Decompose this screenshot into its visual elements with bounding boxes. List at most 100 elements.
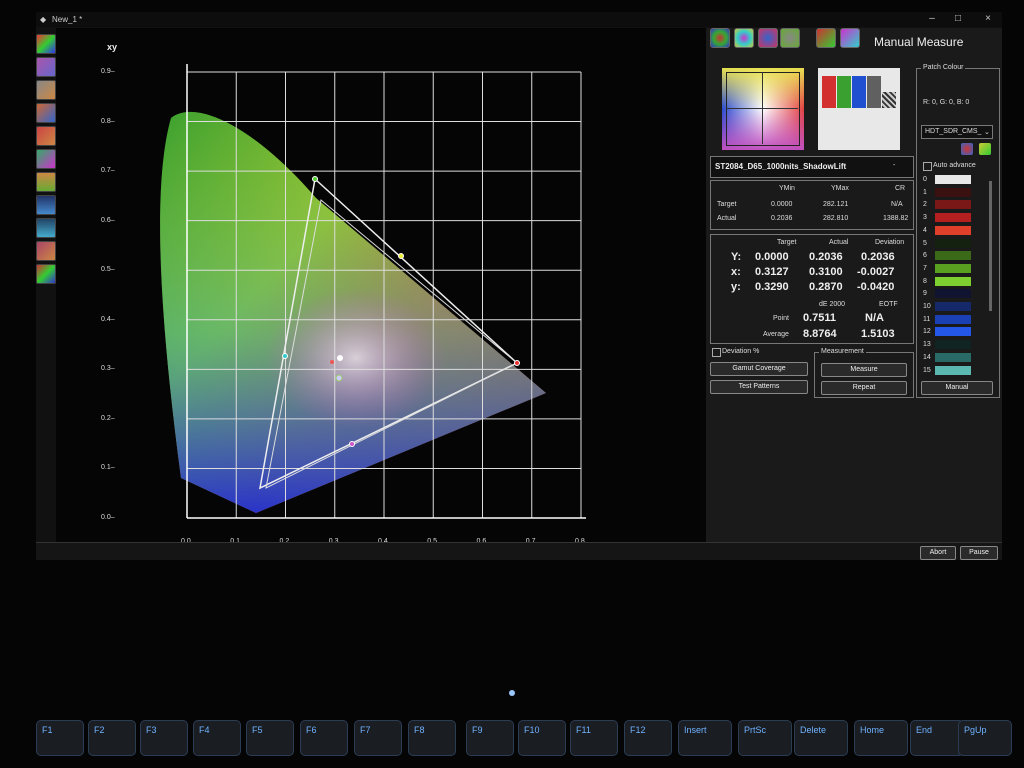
palette-icon[interactable] xyxy=(36,264,56,284)
patch-swatch-color xyxy=(935,352,971,362)
patch-swatch-row[interactable]: 3 xyxy=(923,213,983,223)
patch-import-icon[interactable] xyxy=(979,143,991,155)
patch-swatch-color xyxy=(935,187,971,197)
measure-toolbar-icon-3[interactable] xyxy=(758,28,778,48)
de-label: dE 2000 xyxy=(819,301,846,308)
range-header-ymin: YMin xyxy=(779,185,795,192)
key-label: F12 xyxy=(630,725,646,735)
left-toolbar xyxy=(36,32,56,287)
meas-x-deviation: -0.0027 xyxy=(857,266,895,278)
patch-swatch-color xyxy=(935,340,971,350)
maximize-button[interactable]: □ xyxy=(948,13,968,24)
key-home[interactable]: Home xyxy=(854,720,908,756)
meas-y-actual: 0.2036 xyxy=(809,251,843,263)
patch-swatch-row[interactable]: 11 xyxy=(923,314,983,325)
grayscale-icon[interactable] xyxy=(36,172,56,192)
meas-y-deviation: 0.2036 xyxy=(861,251,895,263)
measure-toolbar-icon-6[interactable] xyxy=(840,28,860,48)
patch-swatch-row[interactable]: 4 xyxy=(923,225,983,236)
patch-swatch-row[interactable]: 13 xyxy=(923,340,983,350)
patch-swatch-row[interactable]: 14 xyxy=(923,352,983,363)
key-label: F5 xyxy=(252,725,263,735)
patch-swatch-row[interactable]: 1 xyxy=(923,187,983,198)
key-f2[interactable]: F2 xyxy=(88,720,136,756)
measure-button[interactable]: Measure xyxy=(821,363,907,377)
minimize-button[interactable]: – xyxy=(922,13,942,24)
key-label: Insert xyxy=(684,725,707,735)
manual-button[interactable]: Manual xyxy=(921,381,993,395)
key-pgup[interactable]: PgUp xyxy=(958,720,1012,756)
patch-swatch-row[interactable]: 2 xyxy=(923,200,983,210)
range-table: YMin YMax CR Target 0.0000 282.121 N/A A… xyxy=(710,180,914,230)
key-f1[interactable]: F1 xyxy=(36,720,84,756)
key-label: F6 xyxy=(306,725,317,735)
window-title: New_1 * xyxy=(52,15,83,24)
patch-swatch-row[interactable]: 9 xyxy=(923,289,983,299)
auto-advance-checkbox[interactable] xyxy=(923,162,932,171)
patch-swatch-row[interactable]: 0 xyxy=(923,175,983,185)
key-insert[interactable]: Insert xyxy=(678,720,732,756)
key-f9[interactable]: F9 xyxy=(466,720,514,756)
patch-swatch-row[interactable]: 7 xyxy=(923,263,983,274)
patch-colour-group: Patch Colour R: 0, G: 0, B: 0 HDT_SDR_CM… xyxy=(916,64,1000,398)
patch-swatch-row[interactable]: 12 xyxy=(923,327,983,337)
report-icon[interactable] xyxy=(36,241,56,261)
measure-toolbar-icon-5[interactable] xyxy=(816,28,836,48)
patch-set-dropdown[interactable]: HDT_SDR_CMS_ ⌄ xyxy=(921,125,993,139)
repeat-button[interactable]: Repeat xyxy=(821,381,907,395)
key-label: F7 xyxy=(360,725,371,735)
preset-selector[interactable]: ST2084_D65_1000nits_ShadowLift - xyxy=(710,156,914,178)
gamut-icon[interactable] xyxy=(36,57,56,77)
abort-button[interactable]: Abort xyxy=(920,546,956,560)
range-actual-cr: 1388.82 xyxy=(883,215,909,222)
key-f8[interactable]: F8 xyxy=(408,720,456,756)
patch-swatch-number: 14 xyxy=(923,353,931,361)
patch-swatch-color xyxy=(935,289,971,299)
measure-toolbar-icon-1[interactable] xyxy=(710,28,730,48)
y-tick-label: 0.6– xyxy=(101,216,115,224)
measure-toolbar-icon-2[interactable] xyxy=(734,28,754,48)
key-f7[interactable]: F7 xyxy=(354,720,402,756)
patch-editor-icon[interactable] xyxy=(961,143,973,155)
patch-swatch-row[interactable]: 8 xyxy=(923,276,983,287)
key-f10[interactable]: F10 xyxy=(518,720,566,756)
patch-swatch-number: 4 xyxy=(923,226,927,234)
key-f3[interactable]: F3 xyxy=(140,720,188,756)
key-f11[interactable]: F11 xyxy=(570,720,618,756)
key-end[interactable]: End xyxy=(910,720,964,756)
spectrum-icon[interactable] xyxy=(36,218,56,238)
deviation-checkbox[interactable] xyxy=(712,348,721,357)
average-eotf: 1.5103 xyxy=(861,328,895,340)
pause-button[interactable]: Pause xyxy=(960,546,998,560)
close-button[interactable]: × xyxy=(978,13,998,24)
patch-swatch-number: 11 xyxy=(923,315,931,323)
key-prtsc[interactable]: PrtSc xyxy=(738,720,792,756)
patch-list-scrollbar[interactable] xyxy=(989,181,992,311)
range-target-ymin: 0.0000 xyxy=(771,201,793,208)
measure-toolbar-icon-4[interactable] xyxy=(780,28,800,48)
gamut-coverage-button[interactable]: Gamut Coverage xyxy=(710,362,808,376)
gamma-icon[interactable] xyxy=(36,103,56,123)
histogram-icon[interactable] xyxy=(36,195,56,215)
chevron-down-icon: ⌄ xyxy=(984,129,990,136)
average-label: Average xyxy=(763,331,789,338)
range-target-cr: N/A xyxy=(891,201,903,208)
patch-swatch-row[interactable]: 10 xyxy=(923,302,983,312)
patch-swatch-row[interactable]: 5 xyxy=(923,238,983,249)
cie-chart-icon[interactable] xyxy=(36,34,56,54)
key-delete[interactable]: Delete xyxy=(794,720,848,756)
luminance-icon[interactable] xyxy=(36,80,56,100)
key-f4[interactable]: F4 xyxy=(193,720,241,756)
range-target-ymax: 282.121 xyxy=(823,201,849,208)
key-label: Delete xyxy=(800,725,827,735)
test-patterns-button[interactable]: Test Patterns xyxy=(710,380,808,394)
laptop-keyboard: F1 F2 F3 F4 F5 F6 F7 F8 F9 F10 F11 F12 Insert PrtSc De… xyxy=(0,712,1024,768)
key-f5[interactable]: F5 xyxy=(246,720,294,756)
app-window: ◆ New_1 * – □ × xy 0.9– 0.8– 0.7– 0.6– 0… xyxy=(36,12,1002,560)
rgb-balance-icon[interactable] xyxy=(36,126,56,146)
key-f6[interactable]: F6 xyxy=(300,720,348,756)
color-error-icon[interactable] xyxy=(36,149,56,169)
patch-swatch-row[interactable]: 15 xyxy=(923,365,983,376)
key-f12[interactable]: F12 xyxy=(624,720,672,756)
patch-swatch-row[interactable]: 6 xyxy=(923,251,983,261)
